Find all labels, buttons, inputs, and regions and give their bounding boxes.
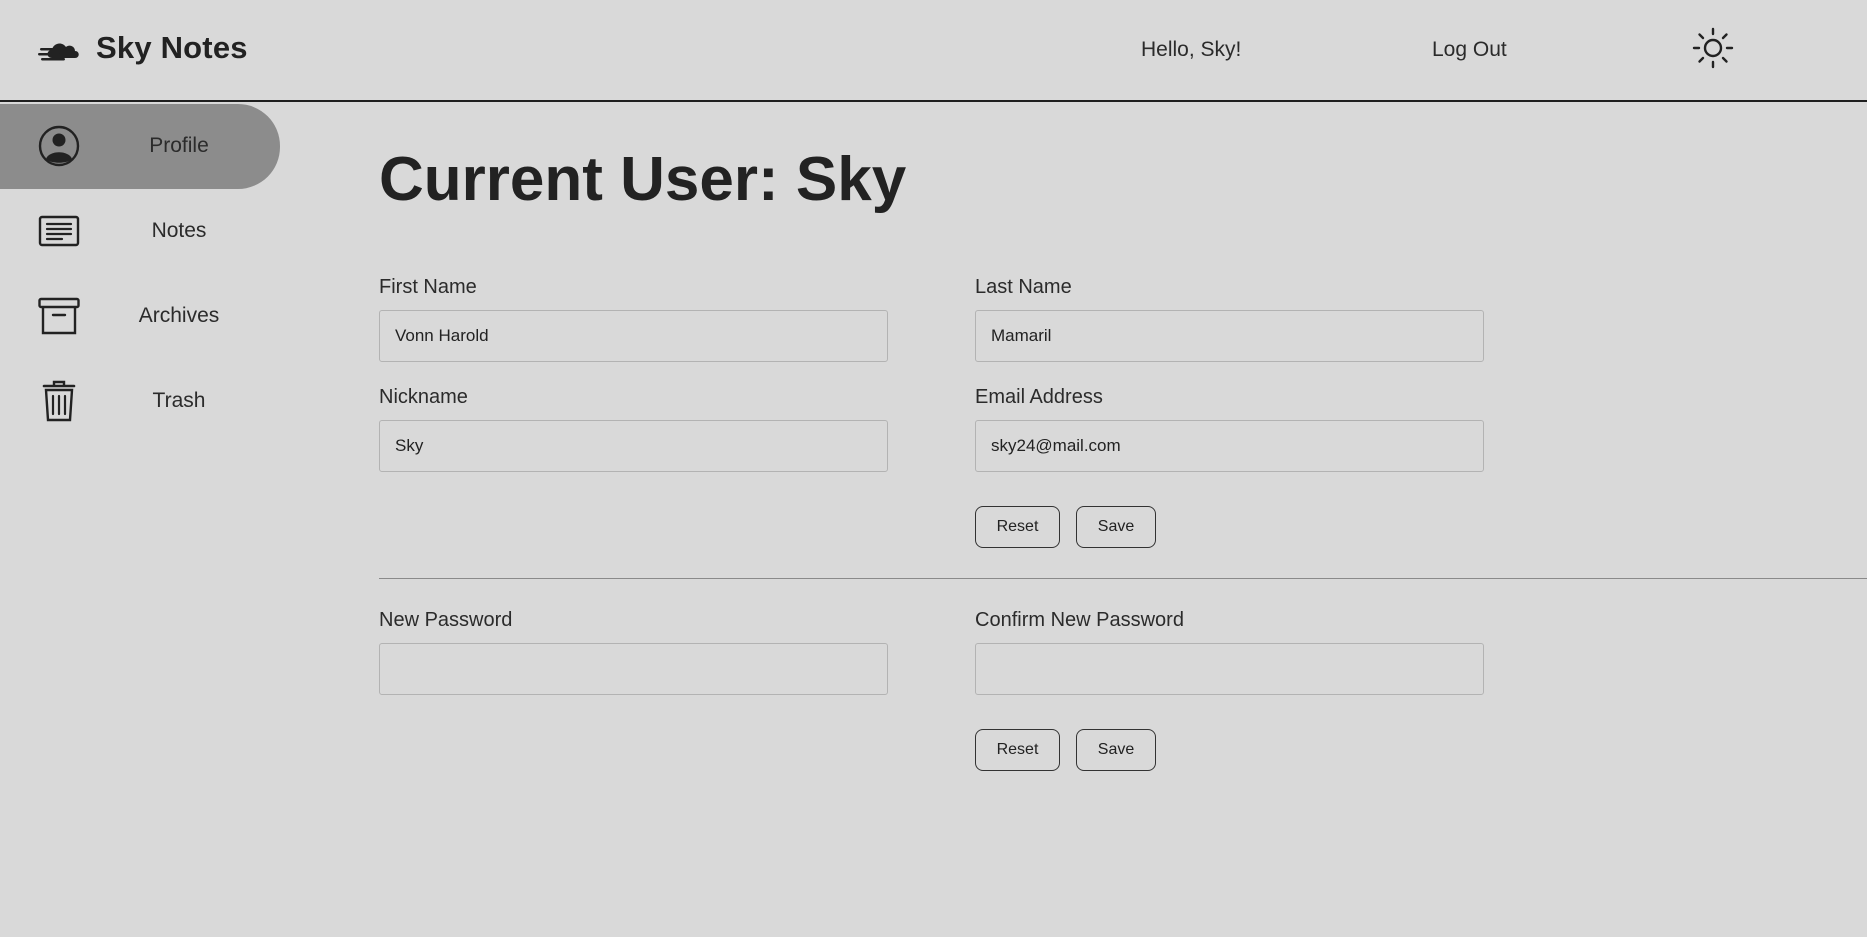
last-name-label: Last Name bbox=[975, 276, 1072, 298]
app-name: Sky Notes bbox=[96, 30, 248, 65]
sidebar-item-archives[interactable]: Archives bbox=[0, 274, 280, 359]
sidebar-item-profile[interactable]: Profile bbox=[0, 104, 280, 189]
profile-reset-button[interactable]: Reset bbox=[975, 506, 1060, 548]
first-name-label: First Name bbox=[379, 276, 477, 298]
new-password-input[interactable] bbox=[379, 643, 888, 695]
sidebar-item-label: Profile bbox=[149, 134, 209, 157]
nickname-label: Nickname bbox=[379, 386, 468, 408]
top-bar: Sky Notes Hello, Sky! Log Out bbox=[0, 0, 1867, 102]
user-circle-icon bbox=[38, 125, 80, 167]
confirm-password-input[interactable] bbox=[975, 643, 1484, 695]
sidebar-item-trash[interactable]: Trash bbox=[0, 359, 280, 444]
logout-link[interactable]: Log Out bbox=[1432, 38, 1507, 62]
password-save-button[interactable]: Save bbox=[1076, 729, 1156, 771]
profile-save-button[interactable]: Save bbox=[1076, 506, 1156, 548]
nickname-input[interactable] bbox=[379, 420, 888, 472]
brand[interactable]: Sky Notes bbox=[38, 28, 248, 68]
last-name-input[interactable] bbox=[975, 310, 1484, 362]
first-name-input[interactable] bbox=[379, 310, 888, 362]
cloud-logo-icon bbox=[38, 43, 79, 61]
page-title: Current User: Sky bbox=[379, 145, 907, 214]
trash-can-icon bbox=[42, 380, 76, 422]
sidebar-item-label: Trash bbox=[152, 389, 206, 412]
sidebar-item-notes[interactable]: Notes bbox=[0, 189, 280, 274]
sun-icon[interactable] bbox=[1692, 27, 1734, 69]
user-greeting: Hello, Sky! bbox=[1141, 38, 1242, 61]
password-reset-button[interactable]: Reset bbox=[975, 729, 1060, 771]
email-input[interactable] bbox=[975, 420, 1484, 472]
confirm-password-label: Confirm New Password bbox=[975, 609, 1184, 631]
new-password-label: New Password bbox=[379, 609, 513, 631]
archive-box-icon bbox=[38, 297, 80, 335]
email-label: Email Address bbox=[975, 386, 1103, 408]
sidebar-item-label: Archives bbox=[138, 304, 220, 327]
note-lines-icon bbox=[38, 215, 80, 247]
sidebar-nav: Profile Notes Archives Trash bbox=[0, 104, 280, 444]
section-divider bbox=[379, 578, 1867, 579]
sidebar-item-label: Notes bbox=[151, 219, 207, 242]
